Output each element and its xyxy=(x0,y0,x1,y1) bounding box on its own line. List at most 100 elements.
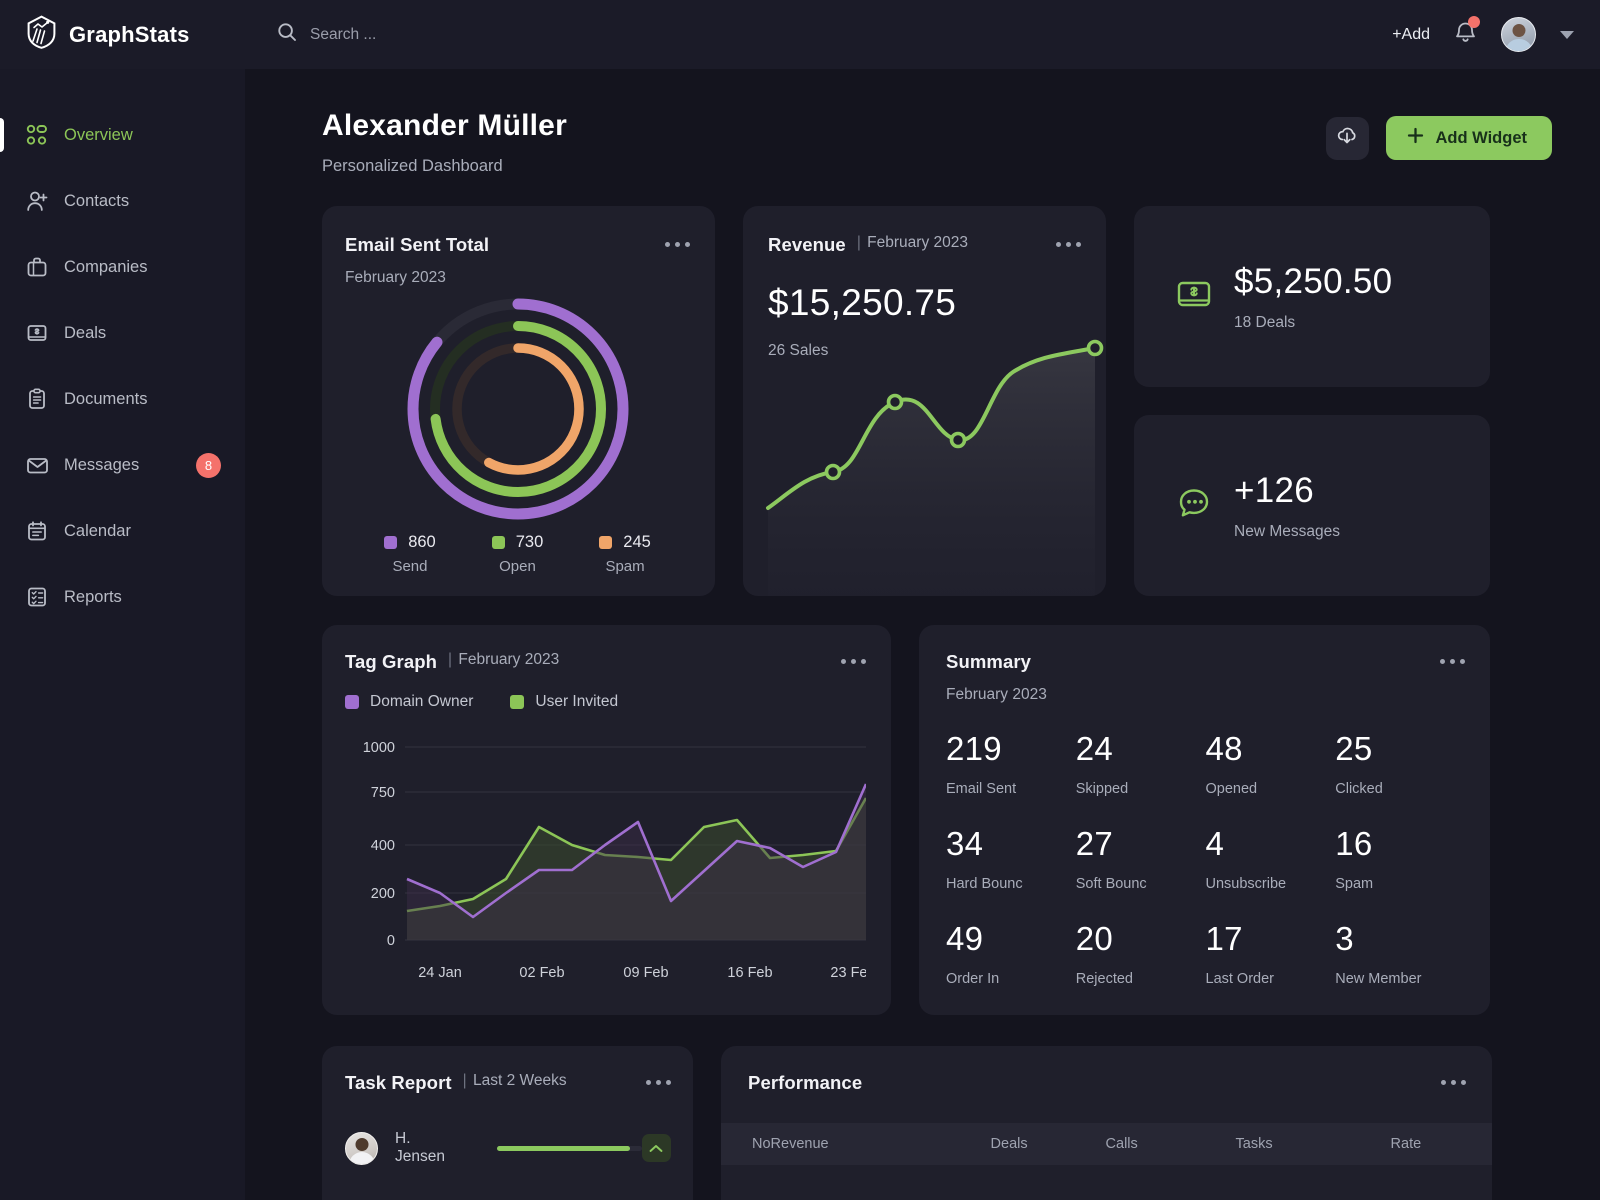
column-header-calls[interactable]: Calls xyxy=(1105,1123,1236,1165)
sidebar-item-deals[interactable]: Deals xyxy=(0,300,245,366)
summary-item: 24 Skipped xyxy=(1076,730,1206,797)
summary-label: Spam xyxy=(1335,876,1374,892)
summary-item: 25 Clicked xyxy=(1335,730,1465,797)
card-title: Task Report xyxy=(345,1072,452,1093)
page-subtitle: Personalized Dashboard xyxy=(322,157,503,175)
brand-name: GraphStats xyxy=(69,21,190,47)
card-header: Summary xyxy=(946,651,1465,673)
avatar[interactable] xyxy=(1501,17,1536,52)
card-meta-text: February 2023 xyxy=(458,651,560,668)
more-horizontal-icon[interactable] xyxy=(1441,1072,1466,1085)
chevron-up-icon[interactable] xyxy=(641,1134,672,1162)
chevron-down-icon[interactable] xyxy=(1560,30,1574,39)
sidebar-item-label: Companies xyxy=(64,257,148,276)
task-report-card: Task Report | Last 2 Weeks H. Jensen xyxy=(322,1046,693,1200)
summary-label: Clicked xyxy=(1335,781,1383,797)
x-tick-label: 23 Feb xyxy=(830,965,866,981)
add-widget-label: Add Widget xyxy=(1435,128,1528,147)
card-meta: | Last 2 Weeks xyxy=(462,1072,567,1089)
summary-item: 16 Spam xyxy=(1335,825,1465,892)
summary-value: 48 xyxy=(1205,730,1243,767)
more-horizontal-icon[interactable] xyxy=(1056,234,1081,247)
summary-value: 27 xyxy=(1075,825,1114,862)
summary-label: New Member xyxy=(1335,971,1422,987)
column-header-tasks[interactable]: Tasks xyxy=(1235,1123,1391,1165)
sidebar-item-label: Contacts xyxy=(64,191,130,210)
legend-item-domain-owner: Domain Owner xyxy=(345,693,473,711)
page-title: Alexander Müller xyxy=(322,109,567,142)
y-tick-label: 750 xyxy=(371,785,395,801)
notifications-button[interactable] xyxy=(1454,16,1480,49)
more-horizontal-icon[interactable] xyxy=(841,651,866,664)
messages-badge: 8 xyxy=(196,452,221,478)
tag-graph-chart: 1000 750 400 200 0 24 Jan 02 Feb 09 Feb … xyxy=(363,740,876,981)
more-horizontal-icon[interactable] xyxy=(1440,651,1465,664)
sidebar-item-messages[interactable]: Messages 8 xyxy=(0,432,245,498)
search-input[interactable] xyxy=(310,25,570,44)
brand[interactable]: GraphStats xyxy=(0,0,245,69)
legend-label: Open xyxy=(499,558,536,575)
summary-label: Rejected xyxy=(1075,971,1133,987)
card-date: February 2023 xyxy=(946,686,1047,703)
list-item[interactable]: H. Jensen xyxy=(345,1130,672,1166)
summary-label: Unsubscribe xyxy=(1205,876,1287,892)
summary-value: 16 xyxy=(1335,825,1373,862)
summary-item: 4 Unsubscribe xyxy=(1206,825,1336,892)
money-bill-icon xyxy=(1176,276,1220,317)
email-sent-total-card: Email Sent Total February 2023 860 Send … xyxy=(322,206,715,596)
sidebar-item-calendar[interactable]: Calendar xyxy=(0,498,245,564)
report-icon xyxy=(19,586,55,608)
summary-value: 25 xyxy=(1335,730,1373,767)
concentric-ring-chart xyxy=(345,293,690,525)
sidebar-nav: Overview Contacts Companies Deals Docume… xyxy=(0,69,245,630)
sidebar-item-contacts[interactable]: Contacts xyxy=(0,168,245,234)
performance-card: Performance No Revenue Deals Calls Tasks xyxy=(721,1046,1492,1200)
card-title: Tag Graph xyxy=(345,651,438,672)
legend-swatch xyxy=(510,695,525,709)
add-widget-button[interactable]: Add Widget xyxy=(1385,116,1552,160)
column-header-no[interactable]: No xyxy=(721,1123,771,1165)
x-tick-label: 09 Feb xyxy=(623,965,668,981)
data-point xyxy=(824,463,842,481)
legend-item-send: 860 Send xyxy=(384,533,436,575)
x-tick-label: 02 Feb xyxy=(519,965,564,981)
stat-cards-column: $5,250.50 18 Deals +126 New Messages xyxy=(1134,206,1490,596)
briefcase-icon xyxy=(19,256,55,278)
stat-label: New Messages xyxy=(1234,522,1340,540)
sidebar-item-overview[interactable]: Overview xyxy=(0,102,245,168)
more-horizontal-icon[interactable] xyxy=(646,1072,671,1085)
stat-value: $5,250.50 xyxy=(1234,261,1393,301)
summary-value: 24 xyxy=(1075,730,1114,767)
legend-value: 860 xyxy=(408,533,436,551)
column-header-revenue[interactable]: Revenue xyxy=(770,1123,991,1165)
summary-label: Email Sent xyxy=(946,781,1017,797)
money-icon xyxy=(19,322,55,344)
card-title: Performance xyxy=(748,1072,863,1093)
row-2: Tag Graph | February 2023 Domain Owner U… xyxy=(322,625,1552,1015)
chat-bubble-icon xyxy=(1176,485,1220,526)
column-header-deals[interactable]: Deals xyxy=(990,1123,1106,1165)
card-title: Revenue xyxy=(768,234,846,255)
sidebar-item-reports[interactable]: Reports xyxy=(0,564,245,630)
user-plus-icon xyxy=(19,190,55,213)
sidebar-item-companies[interactable]: Companies xyxy=(0,234,245,300)
legend-label: Domain Owner xyxy=(370,693,474,710)
table-header-row: No Revenue Deals Calls Tasks Rate xyxy=(721,1123,1492,1165)
more-horizontal-icon[interactable] xyxy=(665,234,690,247)
summary-label: Order In xyxy=(946,971,1000,987)
graph-shield-logo-icon xyxy=(26,15,57,54)
tag-graph-card: Tag Graph | February 2023 Domain Owner U… xyxy=(322,625,891,1015)
summary-label: Opened xyxy=(1205,781,1258,797)
download-button[interactable] xyxy=(1325,116,1369,160)
page-header: Alexander Müller Personalized Dashboard xyxy=(245,69,1600,176)
add-button[interactable]: +Add xyxy=(1392,26,1430,44)
summary-grid: 219 Email Sent 24 Skipped 48 Opened 25 Click… xyxy=(946,730,1465,987)
column-header-rate[interactable]: Rate xyxy=(1390,1123,1492,1165)
search-box[interactable] xyxy=(277,22,570,47)
card-meta-text: Last 2 Weeks xyxy=(473,1072,567,1089)
data-point xyxy=(886,393,904,411)
sidebar-item-documents[interactable]: Documents xyxy=(0,366,245,432)
x-tick-label: 24 Jan xyxy=(418,965,462,981)
summary-value: 17 xyxy=(1205,920,1243,957)
card-meta: | February 2023 xyxy=(448,651,560,668)
